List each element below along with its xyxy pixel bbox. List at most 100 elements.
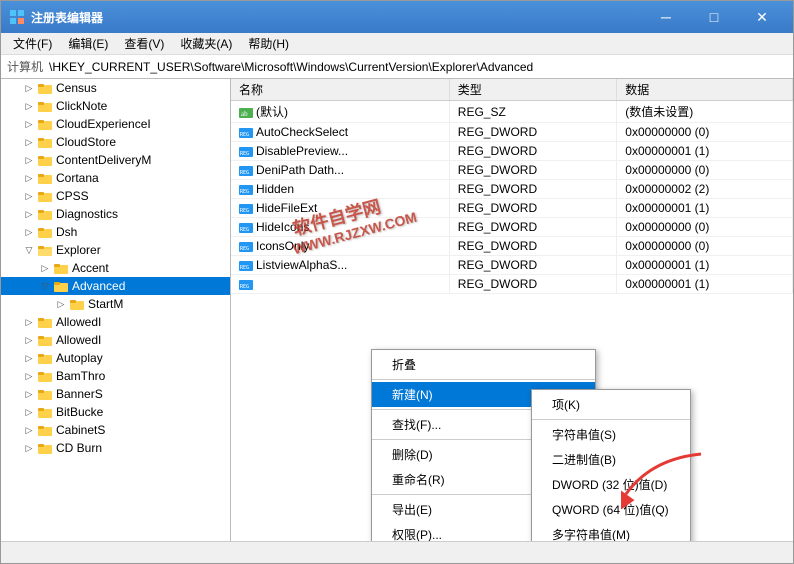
submenu-item-multistring[interactable]: 多字符串值(M): [532, 522, 690, 541]
reg-name-cell: REGDeniPath Dath...: [231, 161, 449, 180]
folder-icon: [37, 80, 53, 96]
status-bar: [1, 541, 793, 563]
svg-text:REG: REG: [240, 284, 249, 290]
expand-icon: ▽: [37, 278, 53, 294]
svg-text:REG: REG: [240, 189, 249, 195]
reg-name-icon: REG: [239, 220, 256, 234]
folder-icon: [37, 152, 53, 168]
menu-favorites[interactable]: 收藏夹(A): [172, 33, 240, 54]
reg-name-icon: REG: [239, 258, 256, 272]
expand-icon: ▷: [21, 368, 37, 384]
tree-item-cabinets[interactable]: ▷ CabinetS: [1, 421, 230, 439]
table-row[interactable]: REGDisablePreview...REG_DWORD0x00000001 …: [231, 142, 793, 161]
folder-icon: [37, 116, 53, 132]
folder-icon: [37, 188, 53, 204]
tree-item-allowed1[interactable]: ▷ AllowedI: [1, 313, 230, 331]
reg-name-icon: ab: [239, 105, 256, 119]
col-data: 数据: [617, 79, 793, 101]
tree-item-autoplay[interactable]: ▷ Autoplay: [1, 349, 230, 367]
tree-item-cdburn[interactable]: ▷ CD Burn: [1, 439, 230, 457]
tree-item-cloudexperience[interactable]: ▷ CloudExperienceI: [1, 115, 230, 133]
svg-text:REG: REG: [240, 132, 249, 138]
expand-icon: ▷: [21, 98, 37, 114]
reg-type-cell: REG_DWORD: [449, 199, 616, 218]
expand-icon: ▷: [21, 332, 37, 348]
address-label: 计算机: [7, 58, 43, 75]
reg-data-cell: 0x00000001 (1): [617, 256, 793, 275]
submenu-item-binary[interactable]: 二进制值(B): [532, 447, 690, 472]
tree-item-contentdelivery[interactable]: ▷ ContentDeliveryM: [1, 151, 230, 169]
submenu-new: 项(K) 字符串值(S) 二进制值(B) DWORD (32 位)值(D) QW…: [531, 389, 691, 541]
menu-file[interactable]: 文件(F): [5, 33, 60, 54]
table-row[interactable]: REGDeniPath Dath...REG_DWORD0x00000000 (…: [231, 161, 793, 180]
tree-label: Autoplay: [56, 351, 103, 365]
tree-item-census[interactable]: ▷ Census: [1, 79, 230, 97]
reg-name-cell: REG: [231, 275, 449, 294]
tree-label: BamThro: [56, 369, 105, 383]
reg-data-cell: (数值未设置): [617, 101, 793, 123]
tree-item-diagnostics[interactable]: ▷ Diagnostics: [1, 205, 230, 223]
reg-name-icon: REG: [239, 182, 256, 196]
reg-name-icon: REG: [239, 144, 256, 158]
maximize-button[interactable]: □: [691, 3, 737, 31]
registry-table: 名称 类型 数据 ab(默认)REG_SZ(数值未设置)REGAutoCheck…: [231, 79, 793, 294]
submenu-item-string[interactable]: 字符串值(S): [532, 422, 690, 447]
main-content: ▷ Census ▷ ClickNote ▷ CloudExp: [1, 79, 793, 541]
menu-view[interactable]: 查看(V): [116, 33, 172, 54]
expand-icon: ▷: [21, 206, 37, 222]
ctx-collapse[interactable]: 折叠: [372, 352, 595, 377]
folder-icon: [37, 422, 53, 438]
close-button[interactable]: ✕: [739, 3, 785, 31]
reg-type-cell: REG_SZ: [449, 101, 616, 123]
expand-icon: ▷: [21, 188, 37, 204]
svg-text:REG: REG: [240, 265, 249, 271]
reg-name-icon: REG: [239, 125, 256, 139]
tree-item-startm[interactable]: ▷ StartM: [1, 295, 230, 313]
menu-bar: 文件(F) 编辑(E) 查看(V) 收藏夹(A) 帮助(H): [1, 33, 793, 55]
table-row[interactable]: REGAutoCheckSelectREG_DWORD0x00000000 (0…: [231, 123, 793, 142]
tree-item-cloudstore[interactable]: ▷ CloudStore: [1, 133, 230, 151]
submenu-item-dword[interactable]: DWORD (32 位)值(D): [532, 472, 690, 497]
tree-label: Accent: [72, 261, 109, 275]
expand-icon: ▷: [21, 152, 37, 168]
tree-item-accent[interactable]: ▷ Accent: [1, 259, 230, 277]
tree-item-advanced[interactable]: ▽ Advanced: [1, 277, 230, 295]
folder-icon: [37, 314, 53, 330]
tree-label: Explorer: [56, 243, 101, 257]
submenu-item-key[interactable]: 项(K): [532, 392, 690, 417]
table-row[interactable]: REGListviewAlphaS...REG_DWORD0x00000001 …: [231, 256, 793, 275]
menu-edit[interactable]: 编辑(E): [60, 33, 116, 54]
tree-label: CD Burn: [56, 441, 102, 455]
tree-item-bitbucke[interactable]: ▷ BitBucke: [1, 403, 230, 421]
context-menu-container: 折叠 新建(N) ▶ 查找(F)... 删除(D): [371, 349, 596, 541]
tree-item-explorer[interactable]: ▽ Explorer: [1, 241, 230, 259]
tree-item-clicknote[interactable]: ▷ ClickNote: [1, 97, 230, 115]
reg-name-icon: REG: [239, 201, 256, 215]
window-controls: ─ □ ✕: [643, 3, 785, 31]
tree-label: Dsh: [56, 225, 77, 239]
tree-label: CPSS: [56, 189, 89, 203]
table-row[interactable]: REGHiddenREG_DWORD0x00000002 (2): [231, 180, 793, 199]
table-row[interactable]: REGREG_DWORD0x00000001 (1): [231, 275, 793, 294]
tree-item-dsh[interactable]: ▷ Dsh: [1, 223, 230, 241]
svg-text:REG: REG: [240, 170, 249, 176]
tree-item-banners[interactable]: ▷ BannerS: [1, 385, 230, 403]
folder-icon: [37, 170, 53, 186]
reg-data-cell: 0x00000001 (1): [617, 275, 793, 294]
table-row[interactable]: ab(默认)REG_SZ(数值未设置): [231, 101, 793, 123]
minimize-button[interactable]: ─: [643, 3, 689, 31]
expand-icon: ▷: [21, 80, 37, 96]
tree-label: BitBucke: [56, 405, 103, 419]
tree-label: ContentDeliveryM: [56, 153, 151, 167]
tree-item-bamthro[interactable]: ▷ BamThro: [1, 367, 230, 385]
svg-text:REG: REG: [240, 208, 249, 214]
tree-item-cpss[interactable]: ▷ CPSS: [1, 187, 230, 205]
submenu-item-qword[interactable]: QWORD (64 位)值(Q): [532, 497, 690, 522]
tree-item-allowed2[interactable]: ▷ AllowedI: [1, 331, 230, 349]
svg-text:REG: REG: [240, 246, 249, 252]
ctx-separator-1: [372, 379, 595, 380]
folder-icon: [37, 440, 53, 456]
tree-item-cortana[interactable]: ▷ Cortana: [1, 169, 230, 187]
folder-icon: [37, 224, 53, 240]
menu-help[interactable]: 帮助(H): [240, 33, 297, 54]
